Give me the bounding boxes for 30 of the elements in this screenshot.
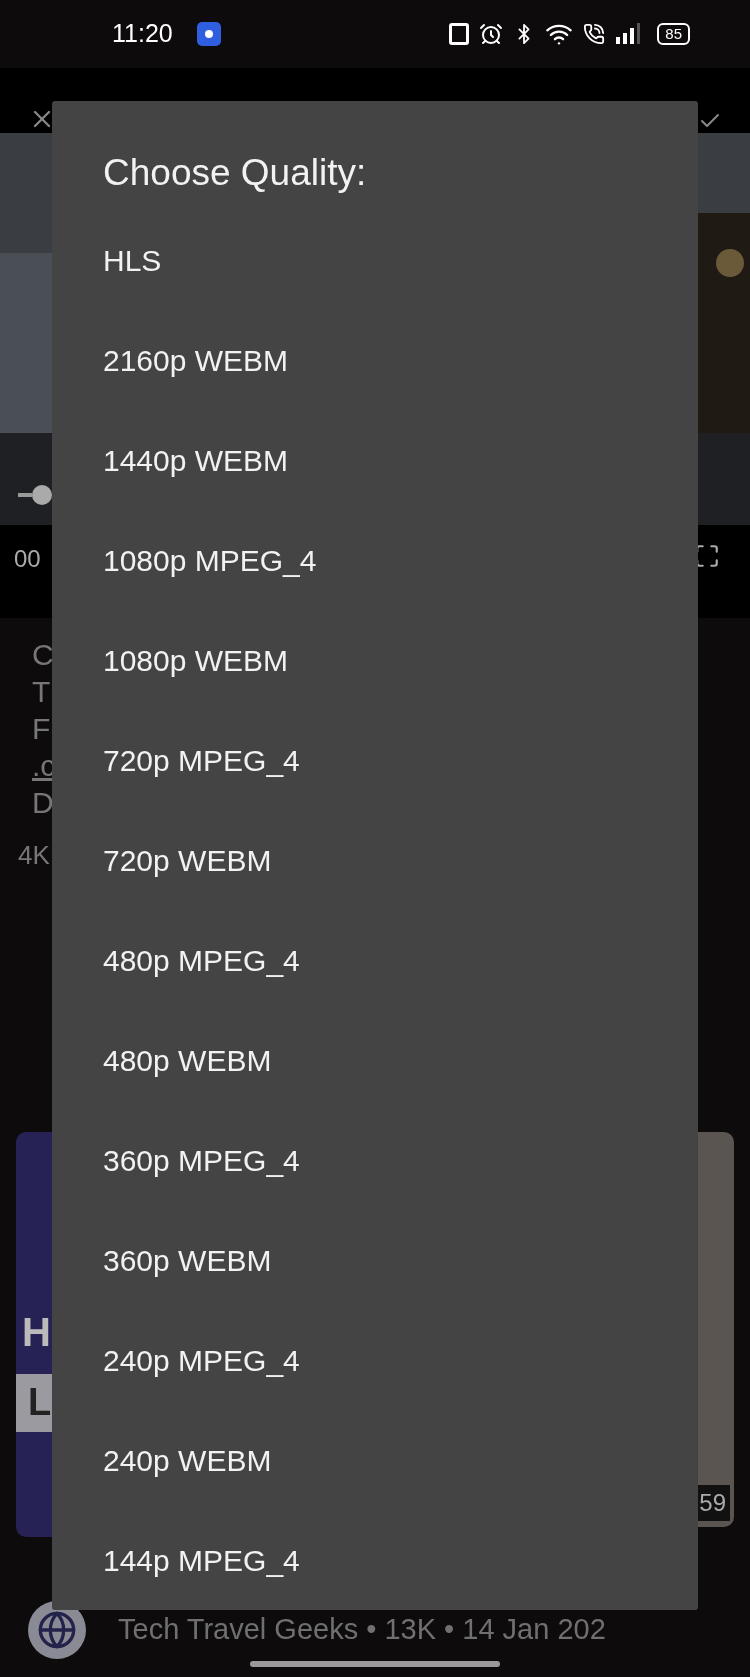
quality-option[interactable]: 480p MPEG_4 (52, 910, 698, 1010)
hotspot-icon (196, 22, 221, 46)
channel-avatar[interactable] (28, 1601, 86, 1659)
channel-info: Tech Travel Geeks • 13K • 14 Jan 202 (118, 1612, 606, 1648)
alarm-icon (479, 22, 504, 46)
quality-option[interactable]: 1440p WEBM (52, 410, 698, 510)
clock-time: 11:20 (112, 18, 173, 50)
view-count: 4K (18, 839, 50, 872)
wifi-call-icon (583, 23, 606, 45)
quality-option[interactable]: 480p WEBM (52, 1010, 698, 1110)
quality-option[interactable]: 720p WEBM (52, 810, 698, 910)
time-elapsed: 00 (14, 544, 41, 574)
seek-track[interactable] (18, 493, 32, 497)
description-text: T (32, 674, 51, 710)
globe-icon (37, 1610, 77, 1650)
description-text: D (32, 785, 54, 821)
signal-icon (615, 23, 642, 45)
battery-indicator: 85 (657, 23, 690, 45)
quality-option[interactable]: 144p MPEG_4 (52, 1510, 698, 1610)
quality-option[interactable]: HLS (52, 210, 698, 310)
quality-option[interactable]: 1080p MPEG_4 (52, 510, 698, 610)
dialog-title: Choose Quality: (102, 151, 368, 195)
thumbnail-title: H (21, 1309, 51, 1356)
quality-option[interactable]: 360p WEBM (52, 1210, 698, 1310)
quality-option[interactable]: 360p MPEG_4 (52, 1110, 698, 1210)
description-text: F (32, 711, 51, 747)
quality-option[interactable]: 1080p WEBM (52, 610, 698, 710)
description-text: C (32, 637, 54, 673)
quality-option[interactable]: 2160p WEBM (52, 310, 698, 410)
quality-option[interactable]: 720p MPEG_4 (52, 710, 698, 810)
